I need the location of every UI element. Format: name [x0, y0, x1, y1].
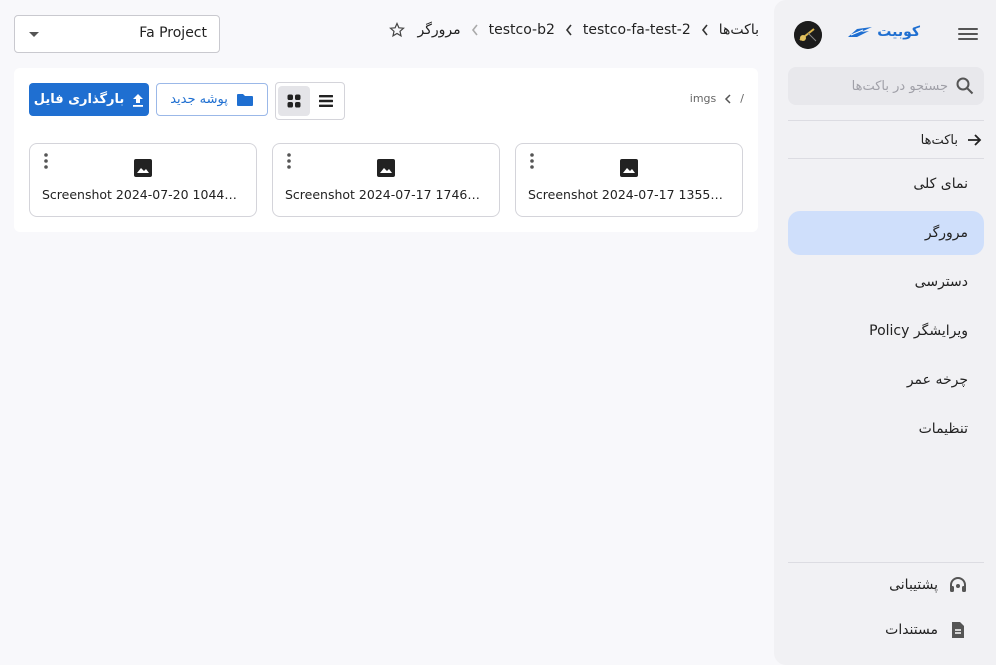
- support-headset-icon: [950, 577, 966, 592]
- chevron-left-icon: [471, 24, 478, 36]
- list-view-icon: [319, 95, 333, 107]
- new-folder-label: پوشه جدید: [170, 92, 228, 107]
- divider: [788, 120, 984, 121]
- more-options-icon[interactable]: [40, 152, 52, 170]
- arrow-right-icon: [968, 134, 982, 146]
- image-icon: [377, 159, 395, 177]
- more-options-icon[interactable]: [283, 152, 295, 170]
- sidebar-item-label: نمای کلی: [913, 176, 968, 192]
- search-input[interactable]: [796, 67, 948, 105]
- breadcrumb: باکت‌ها testco-fa-test-2 testco-b2 مرورگ…: [389, 22, 759, 38]
- image-icon: [620, 159, 638, 177]
- grid-view-icon: [287, 94, 301, 108]
- sidebar-item-policy-editor[interactable]: ویرایشگر Policy: [788, 309, 984, 353]
- support-link[interactable]: پشتیبانی: [889, 570, 968, 600]
- image-icon: [134, 159, 152, 177]
- new-folder-button[interactable]: پوشه جدید: [156, 83, 268, 116]
- avatar[interactable]: [794, 21, 822, 49]
- file-name: Screenshot 2024-07-20 104412.png: [42, 187, 244, 202]
- folder-icon: [236, 93, 253, 106]
- upload-file-button[interactable]: بارگذاری فایل: [29, 83, 149, 116]
- more-options-icon[interactable]: [526, 152, 538, 170]
- upload-icon: [133, 93, 144, 107]
- chevron-left-icon: [701, 24, 708, 36]
- divider: [788, 158, 984, 159]
- brand-wing-icon: [848, 27, 873, 37]
- file-grid: Screenshot 2024-07-17 135530.png Screens…: [29, 143, 743, 217]
- docs-link[interactable]: مستندات: [885, 615, 968, 645]
- menu-icon[interactable]: [958, 25, 978, 43]
- star-icon[interactable]: [389, 22, 406, 38]
- sidebar-item-overview[interactable]: نمای کلی: [788, 162, 984, 206]
- browser-card: بارگذاری فایل پوشه جدید / imgs Screensho…: [14, 68, 758, 232]
- sidebar-item-label: دسترسی: [914, 274, 968, 290]
- breadcrumb-bucket[interactable]: testco-b2: [489, 22, 555, 38]
- folder-path: / imgs: [690, 92, 744, 105]
- back-label: باکت‌ها: [920, 132, 958, 148]
- breadcrumb-project[interactable]: testco-fa-test-2: [583, 22, 691, 38]
- sidebar-header: کوبیت: [774, 18, 996, 50]
- project-select-value: Fa Project: [139, 25, 207, 41]
- brand-logo[interactable]: کوبیت: [847, 24, 920, 40]
- sidebar-item-label: چرخه عمر: [906, 372, 968, 388]
- back-to-buckets[interactable]: باکت‌ها: [788, 126, 982, 154]
- sidebar-nav: نمای کلی مرورگر دسترسی ویرایشگر Policy چ…: [788, 162, 984, 456]
- chevron-left-icon: [565, 24, 572, 36]
- sidebar-item-settings[interactable]: تنظیمات: [788, 407, 984, 451]
- docs-label: مستندات: [885, 622, 938, 638]
- search-icon: [956, 77, 974, 95]
- chevron-down-icon: [29, 32, 39, 37]
- sidebar-item-label: مرورگر: [924, 225, 968, 241]
- sidebar-item-lifecycle[interactable]: چرخه عمر: [788, 358, 984, 402]
- upload-file-label: بارگذاری فایل: [33, 92, 125, 107]
- search-box[interactable]: [788, 67, 984, 105]
- view-toggle: [275, 82, 345, 120]
- avatar-image-icon: [794, 21, 822, 49]
- file-name: Screenshot 2024-07-17 135530.png: [528, 187, 730, 202]
- grid-view-button[interactable]: [278, 86, 310, 116]
- support-label: پشتیبانی: [889, 577, 938, 593]
- sidebar-item-label: تنظیمات: [918, 421, 968, 437]
- file-tile[interactable]: Screenshot 2024-07-17 174605.png: [272, 143, 500, 217]
- chevron-left-icon: [725, 93, 731, 104]
- sidebar-item-browser[interactable]: مرورگر: [788, 211, 984, 255]
- file-tile[interactable]: Screenshot 2024-07-20 104412.png: [29, 143, 257, 217]
- sidebar-item-access[interactable]: دسترسی: [788, 260, 984, 304]
- list-view-button[interactable]: [310, 86, 342, 116]
- sidebar: کوبیت باکت‌ها نمای کلی: [774, 0, 996, 665]
- divider: [788, 562, 984, 563]
- path-root[interactable]: /: [740, 92, 744, 105]
- sidebar-item-label: ویرایشگر Policy: [869, 323, 968, 339]
- file-name: Screenshot 2024-07-17 174605.png: [285, 187, 487, 202]
- path-current: imgs: [689, 92, 717, 105]
- breadcrumb-current: مرورگر: [417, 22, 461, 38]
- breadcrumb-buckets[interactable]: باکت‌ها: [719, 22, 759, 38]
- file-tile[interactable]: Screenshot 2024-07-17 135530.png: [515, 143, 743, 217]
- project-select[interactable]: Fa Project: [14, 15, 220, 53]
- document-icon: [952, 622, 964, 638]
- brand-name: کوبیت: [877, 24, 920, 40]
